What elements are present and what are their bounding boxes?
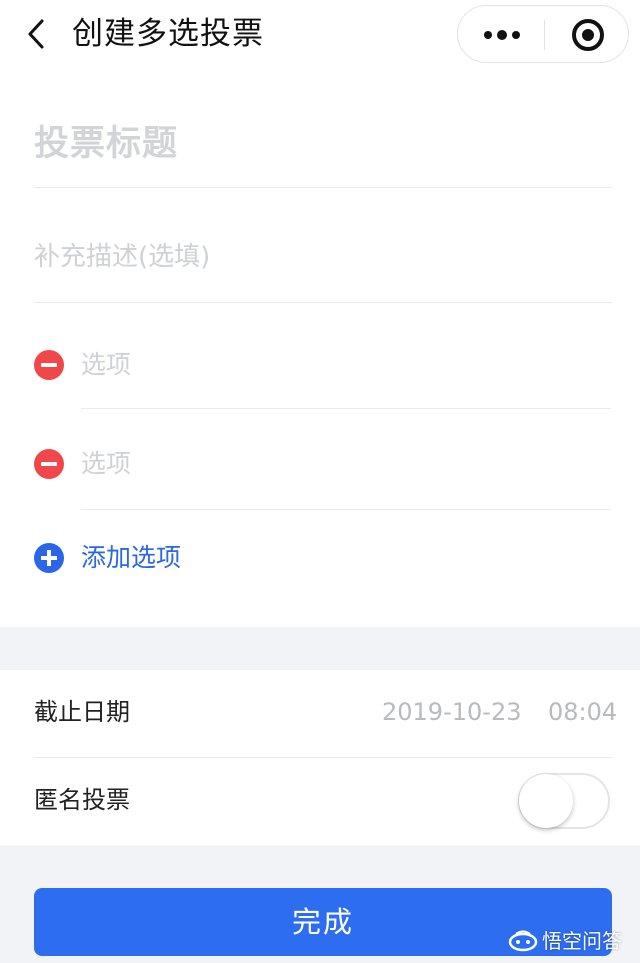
deadline-label: 截止日期 (34, 698, 130, 726)
option-row: 选项 (34, 335, 612, 395)
option-input[interactable]: 选项 (81, 442, 131, 486)
option-row: 选项 (34, 434, 612, 494)
add-option-label: 添加选项 (81, 543, 182, 572)
vote-settings-card: 截止日期 2019-10-23 08:04 匿名投票 (0, 670, 640, 845)
divider (34, 187, 612, 188)
target-circle-icon (572, 19, 604, 51)
toggle-knob (519, 774, 573, 828)
back-button[interactable] (18, 14, 54, 54)
page-title: 创建多选投票 (72, 16, 264, 52)
divider (81, 408, 611, 409)
vote-create-page: 创建多选投票 投票标题 补充描述(选填) 选项 选项 添加选项 截止日期 201… (0, 0, 640, 963)
deadline-date-picker[interactable]: 2019-10-23 (382, 690, 521, 734)
divider (81, 509, 611, 510)
remove-option-button[interactable] (34, 449, 64, 479)
mini-program-capsule (457, 5, 629, 63)
vote-title-input[interactable]: 投票标题 (34, 114, 612, 174)
divider (34, 757, 612, 758)
more-button[interactable] (474, 15, 530, 55)
option-input[interactable]: 选项 (81, 343, 131, 387)
anonymous-label: 匿名投票 (34, 786, 130, 814)
add-option-button[interactable]: 添加选项 (34, 528, 334, 588)
plus-circle-icon (34, 543, 64, 573)
more-dots-icon (484, 30, 520, 40)
deadline-time-picker[interactable]: 08:04 (548, 690, 617, 734)
capsule-divider (544, 20, 545, 50)
wukong-logo-icon (508, 930, 538, 952)
vote-description-input[interactable]: 补充描述(选填) (34, 235, 612, 279)
chevron-left-icon (28, 19, 44, 49)
vote-form-card: 投票标题 补充描述(选填) 选项 选项 添加选项 (0, 80, 640, 627)
remove-option-button[interactable] (34, 350, 64, 380)
divider (34, 302, 612, 303)
anonymous-toggle[interactable] (518, 773, 610, 829)
navigation-bar: 创建多选投票 (0, 0, 640, 80)
watermark: 悟空问答 (508, 928, 622, 954)
close-mini-program-button[interactable] (558, 15, 618, 55)
watermark-text: 悟空问答 (542, 929, 622, 953)
